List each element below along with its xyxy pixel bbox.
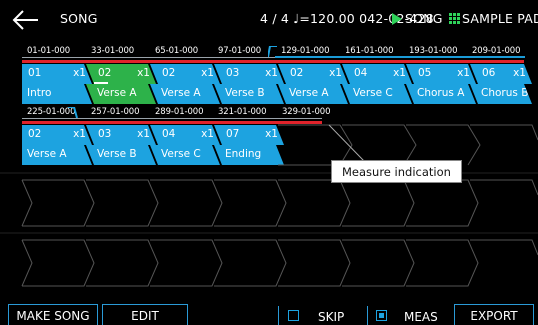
edit-button[interactable]: EDIT — [102, 304, 188, 325]
export-button[interactable]: EXPORT — [454, 304, 534, 325]
meas-label: MEAS — [404, 310, 438, 324]
make-song-button[interactable]: MAKE SONG — [8, 304, 98, 325]
divider — [278, 306, 279, 325]
skip-label: SKIP — [318, 310, 345, 324]
measure-indication-callout: Measure indication — [331, 160, 462, 183]
footer-toolbar: MAKE SONG EDIT SKIP MEAS EXPORT — [0, 304, 538, 325]
divider — [367, 306, 368, 325]
meas-checkbox[interactable] — [376, 310, 387, 321]
skip-checkbox[interactable] — [288, 310, 299, 321]
